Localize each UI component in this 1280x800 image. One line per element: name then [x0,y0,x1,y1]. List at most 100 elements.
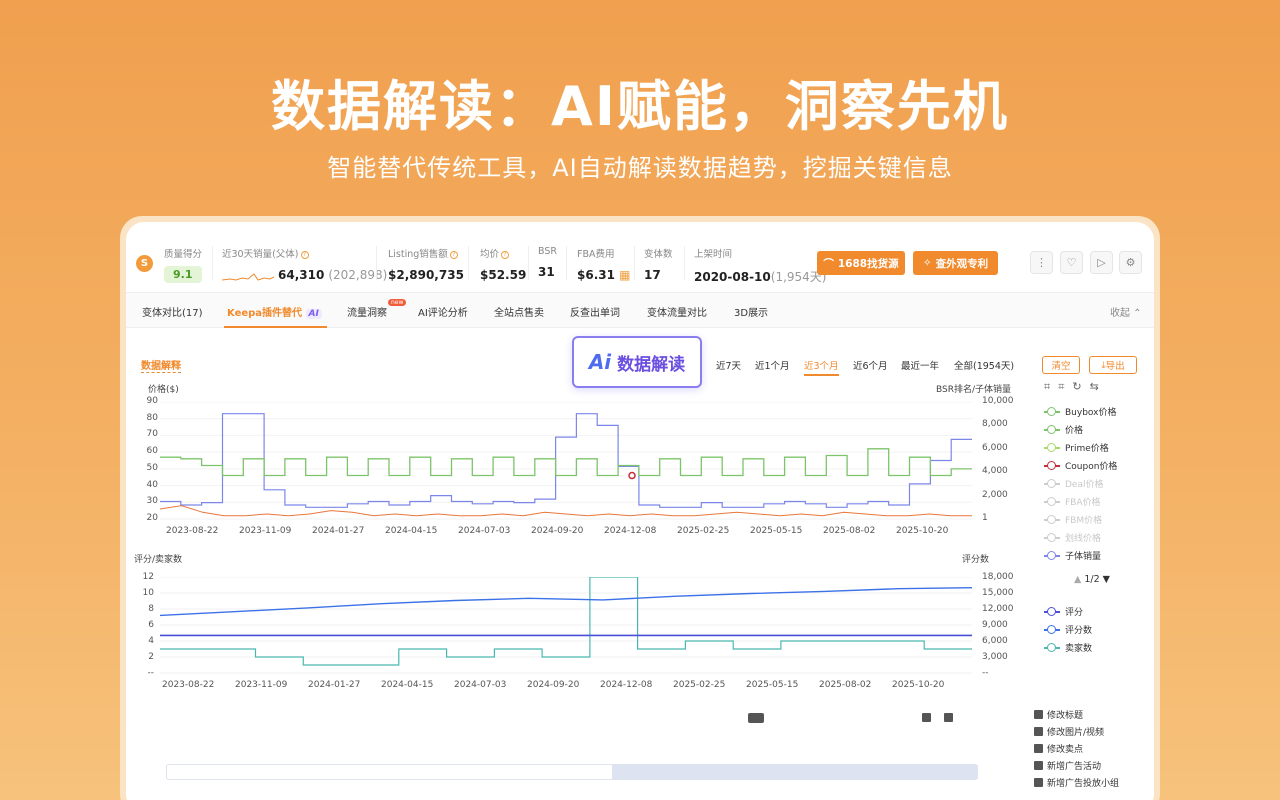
legend-pager[interactable]: ▲ 1/2 ▼ [1074,574,1110,585]
range-all[interactable]: 全部(1954天) [954,358,1014,372]
legend-item[interactable]: 卖家数 [1044,641,1092,654]
action-item[interactable]: 修改卖点 [1034,742,1083,755]
legend-swatch-icon [1044,532,1060,543]
active-tab-indicator [224,326,327,328]
metric-listing-sales: Listing销售额? $2,890,735 [388,249,464,282]
x-tick: 2025-05-15 [746,680,799,690]
image-icon[interactable] [922,713,931,722]
check-patent-button[interactable]: ✧ 查外观专利 [913,251,998,275]
ai-data-interpret-button[interactable]: Ai 数据解读 [572,336,702,388]
metric-fba-fee: FBA费用 $6.31 ▦ [577,249,631,282]
chart1-y2-label: BSR排名/子体销量 [936,385,1012,395]
legend-item[interactable]: 评分数 [1044,623,1092,636]
action-item[interactable]: 新增广告投放小组 [1034,776,1119,789]
video-icon[interactable]: ▷ [1090,251,1113,274]
x-tick: 2025-08-02 [823,526,876,536]
legend-item[interactable]: Buybox价格 [1044,405,1116,418]
chart1-y-label: 价格($) [148,385,179,395]
tab-ai-reviews[interactable]: AI评论分析 [418,304,468,319]
metric-bsr: BSR 31 [538,246,557,279]
more-icon[interactable]: ⋮ [1030,251,1053,274]
range-1m[interactable]: 近1个月 [755,358,790,372]
export-button[interactable]: ⤓ 导出 [1089,356,1137,374]
find-1688-button[interactable]: ⌒ 1688找货源 [817,251,905,275]
metric-sales-30d: 近30天销量(父体)? 64,310 (202,898) [222,249,388,282]
y2-tick: -- [982,668,989,678]
rating-sellers-chart[interactable] [160,577,978,677]
metrics-header: S 质量得分 9.1 近30天销量(父体)? 64,310 (202,898) L… [126,222,1154,292]
patent-icon: ✧ [922,257,932,269]
y2-tick: 9,000 [982,620,1008,630]
range-7d[interactable]: 近7天 [716,358,741,372]
tab-variant-traffic[interactable]: 变体流量对比 [647,304,707,319]
tab-reverse-keywords[interactable]: 反查出单词 [570,304,620,319]
ai-icon: Ai [588,350,612,374]
divider [684,246,685,280]
metric-variants: 变体数 17 [644,249,673,282]
tab-keepa[interactable]: Keepa插件替代 AI [227,304,322,319]
action-item[interactable]: 修改图片/视频 [1034,725,1104,738]
legend-item[interactable]: 划线价格 [1044,531,1101,544]
legend-label: 卖家数 [1065,644,1093,654]
calculator-icon[interactable]: ▦ [619,268,630,282]
action-item[interactable]: 修改标题 [1034,708,1083,721]
scroller-selection[interactable] [612,765,978,779]
series-child-sales [160,413,972,508]
legend-item[interactable]: 子体销量 [1044,549,1101,562]
timeline-scroller[interactable] [166,764,978,780]
help-icon[interactable]: ? [300,250,309,259]
data-explain-link[interactable]: 数据解释 [141,357,181,373]
image-icon[interactable] [944,713,953,722]
divider [212,246,213,280]
y-tick: 60 [146,446,158,457]
y-tick: 8 [148,604,154,614]
price-bsr-chart[interactable] [160,402,978,522]
next-page-icon: ▼ [1102,574,1110,585]
x-tick: 2024-09-20 [531,526,584,536]
brand-logo-icon: S [136,255,153,272]
clear-button[interactable]: 清空 [1042,356,1080,374]
action-item[interactable]: 新增广告活动 [1034,759,1101,772]
tab-traffic[interactable]: 流量洞察 [347,304,387,319]
legend-item[interactable]: FBM价格 [1044,513,1102,526]
help-icon[interactable]: ? [449,250,458,259]
collapse-button[interactable]: 收起 ⌃ [1110,304,1142,319]
swap-icon[interactable]: ⇆ [1090,380,1107,393]
image-icon[interactable] [748,713,764,723]
crop-icon[interactable]: ⌗ [1044,380,1058,393]
tab-all-sites[interactable]: 全站点售卖 [494,304,544,319]
help-icon[interactable]: ? [501,250,510,259]
action-label: 新增广告活动 [1047,762,1102,772]
refresh-icon[interactable]: ↻ [1072,380,1089,393]
x-tick: 2025-02-25 [673,680,726,690]
y2-tick: 18,000 [982,572,1014,582]
legend-item[interactable]: Coupon价格 [1044,459,1117,472]
legend-item[interactable]: Deal价格 [1044,477,1103,490]
coupon-marker[interactable] [628,471,636,480]
y-tick: 90 [146,396,158,406]
action-icon [1034,727,1043,736]
tab-3d[interactable]: 3D展示 [734,304,768,319]
chart2-y2-label: 评分数 [962,555,990,565]
legend-swatch-icon [1044,478,1060,489]
range-1y[interactable]: 最近一年 [901,358,939,372]
divider [468,246,469,280]
tab-variant-compare[interactable]: 变体对比(17) [142,304,203,319]
range-6m[interactable]: 近6个月 [853,358,888,372]
settings-icon[interactable]: ⚙ [1119,251,1142,274]
crop-alt-icon[interactable]: ⌗ [1058,380,1072,393]
action-label: 新增广告投放小组 [1047,779,1120,789]
x-tick: 2023-08-22 [166,526,219,536]
range-3m[interactable]: 近3个月 [804,358,839,376]
tab-bar: 变体对比(17) Keepa插件替代 AI 流量洞察 new AI评论分析 全站… [126,292,1154,328]
legend-item[interactable]: 价格 [1044,423,1083,436]
x-tick: 2024-12-08 [604,526,657,536]
heart-icon[interactable]: ♡ [1060,251,1083,274]
hero-title: 数据解读：AI赋能，洞察先机 [271,75,1009,138]
legend-item[interactable]: 评分 [1044,605,1083,618]
y2-tick: 3,000 [982,652,1008,662]
legend-item[interactable]: Prime价格 [1044,441,1109,454]
legend-item[interactable]: FBA价格 [1044,495,1101,508]
hero-subtitle: 智能替代传统工具，AI自动解读数据趋势，挖掘关键信息 [327,154,953,182]
chart-tools: ⌗⌗↻⇆ [1044,380,1107,394]
